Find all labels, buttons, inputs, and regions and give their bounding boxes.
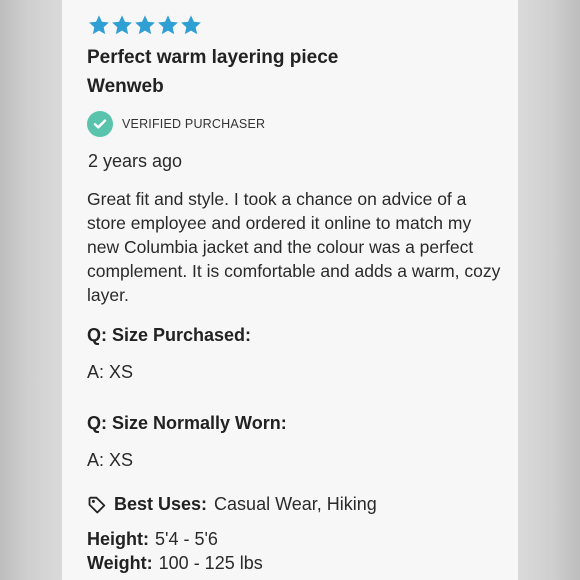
star-icon	[89, 15, 109, 35]
best-uses-value: Casual Wear, Hiking	[214, 494, 377, 514]
star-icon	[135, 15, 155, 35]
review-title: Perfect warm layering piece	[87, 47, 339, 68]
question-size-normally-worn: Q: Size Normally Worn:	[87, 413, 287, 433]
star-rating	[88, 14, 202, 36]
review-body: Great fit and style. I took a chance on …	[87, 189, 501, 305]
best-uses-label: Best Uses:	[114, 494, 208, 514]
height-row: Height: 5'4 - 5'6	[87, 529, 218, 550]
weight-row: Weight: 100 - 125 lbs	[87, 553, 263, 574]
answer-size-normally-worn: A: XS	[87, 450, 134, 470]
tag-icon	[88, 496, 106, 513]
verified-label: VERIFIED PURCHASER	[122, 117, 266, 131]
review-author: Wenweb	[87, 76, 164, 97]
weight-label: Weight:	[87, 553, 153, 573]
answer-size-purchased: A: XS	[87, 362, 134, 382]
verified-purchaser-badge: VERIFIED PURCHASER	[87, 111, 265, 137]
best-uses: Best Uses: Casual Wear, Hiking	[87, 494, 377, 515]
right-background-edge	[518, 0, 580, 580]
left-background-edge	[0, 0, 62, 580]
star-icon	[158, 15, 178, 35]
star-icon	[112, 15, 132, 35]
weight-value: 100 - 125 lbs	[158, 553, 263, 573]
review-date: 2 years ago	[88, 151, 183, 171]
verified-check-icon	[87, 111, 113, 137]
star-icon	[181, 15, 201, 35]
height-value: 5'4 - 5'6	[155, 529, 218, 549]
question-size-purchased: Q: Size Purchased:	[87, 325, 252, 345]
height-label: Height:	[87, 529, 149, 549]
